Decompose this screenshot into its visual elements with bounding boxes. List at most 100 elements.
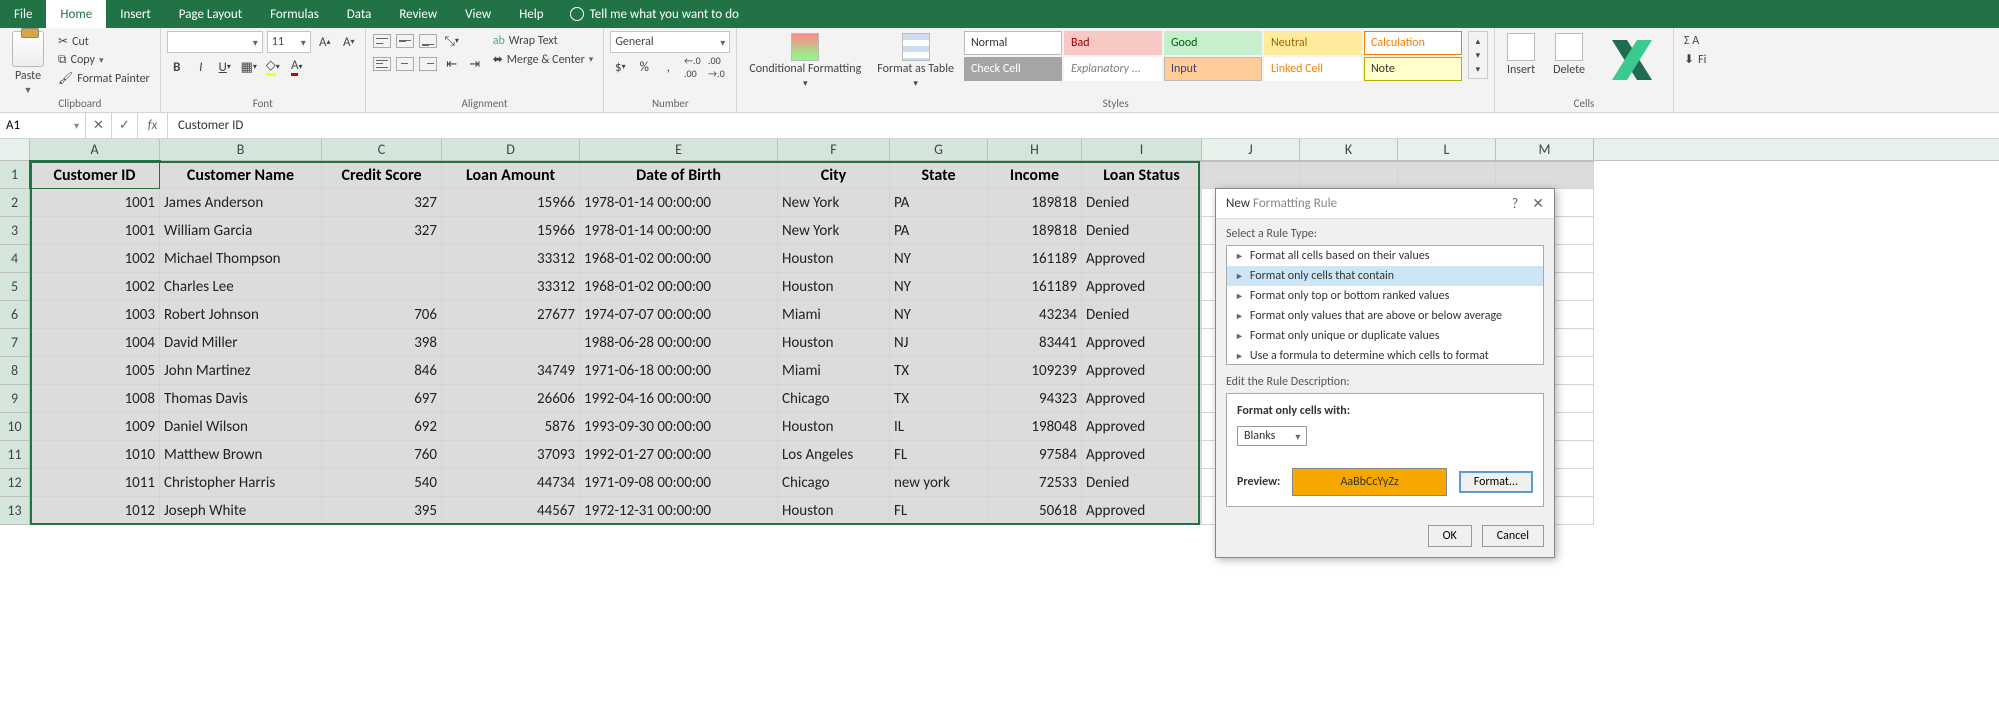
styles-more[interactable]: ▾ bbox=[1471, 62, 1485, 76]
data-cell[interactable]: Approved bbox=[1082, 413, 1202, 441]
data-cell[interactable]: 1004 bbox=[30, 329, 160, 357]
data-cell[interactable]: 83441 bbox=[988, 329, 1082, 357]
align-middle-button[interactable] bbox=[395, 31, 415, 51]
increase-decimal-button[interactable]: ←.0.00 bbox=[682, 57, 702, 77]
data-cell[interactable]: Approved bbox=[1082, 273, 1202, 301]
data-cell[interactable]: 1988-06-28 00:00:00 bbox=[580, 329, 778, 357]
style-input[interactable]: Input bbox=[1164, 57, 1262, 81]
header-cell[interactable]: Date of Birth bbox=[580, 161, 778, 189]
tab-help[interactable]: Help bbox=[505, 0, 557, 28]
conditional-formatting-button[interactable]: Conditional Formatting▾ bbox=[743, 31, 867, 91]
data-cell[interactable]: 1001 bbox=[30, 189, 160, 217]
data-cell[interactable]: 33312 bbox=[442, 273, 580, 301]
style-calculation[interactable]: Calculation bbox=[1364, 31, 1462, 55]
data-cell[interactable]: Approved bbox=[1082, 357, 1202, 385]
data-cell[interactable]: 94323 bbox=[988, 385, 1082, 413]
col-header-D[interactable]: D bbox=[442, 139, 580, 160]
data-cell[interactable]: Joseph White bbox=[160, 497, 322, 525]
styles-scroll-up[interactable]: ▴ bbox=[1471, 34, 1485, 48]
row-header[interactable]: 7 bbox=[0, 329, 30, 357]
header-cell[interactable]: City bbox=[778, 161, 890, 189]
data-cell[interactable]: Houston bbox=[778, 413, 890, 441]
data-cell[interactable]: 540 bbox=[322, 469, 442, 497]
data-cell[interactable]: NY bbox=[890, 273, 988, 301]
decrease-decimal-button[interactable]: .00→.0 bbox=[706, 57, 726, 77]
data-cell[interactable]: William Garcia bbox=[160, 217, 322, 245]
col-header-F[interactable]: F bbox=[778, 139, 890, 160]
header-cell[interactable] bbox=[1398, 161, 1496, 189]
tell-me-search[interactable]: Tell me what you want to do bbox=[558, 0, 751, 28]
bold-button[interactable]: B bbox=[167, 57, 187, 77]
data-cell[interactable]: Approved bbox=[1082, 441, 1202, 469]
row-header[interactable]: 6 bbox=[0, 301, 30, 329]
row-header[interactable]: 1 bbox=[0, 161, 30, 189]
data-cell[interactable]: Christopher Harris bbox=[160, 469, 322, 497]
data-cell[interactable]: New York bbox=[778, 217, 890, 245]
fill-button[interactable]: ⬇ Fi bbox=[1680, 51, 1710, 68]
dialog-titlebar[interactable]: New Formatting Rule ? ✕ bbox=[1216, 189, 1554, 219]
comma-button[interactable]: , bbox=[658, 57, 678, 77]
tab-data[interactable]: Data bbox=[333, 0, 386, 28]
data-cell[interactable]: NY bbox=[890, 245, 988, 273]
column-headers[interactable]: ABCDEFGHIJKLM bbox=[0, 139, 1999, 161]
data-cell[interactable]: 189818 bbox=[988, 217, 1082, 245]
data-cell[interactable]: 15966 bbox=[442, 217, 580, 245]
data-cell[interactable]: FL bbox=[890, 441, 988, 469]
data-cell[interactable] bbox=[322, 245, 442, 273]
data-cell[interactable]: 34749 bbox=[442, 357, 580, 385]
data-cell[interactable]: Miami bbox=[778, 357, 890, 385]
data-cell[interactable]: James Anderson bbox=[160, 189, 322, 217]
data-cell[interactable]: 1978-01-14 00:00:00 bbox=[580, 189, 778, 217]
increase-indent-button[interactable]: ⇥ bbox=[465, 54, 485, 74]
data-cell[interactable]: 1993-09-30 00:00:00 bbox=[580, 413, 778, 441]
enter-formula-button[interactable]: ✓ bbox=[112, 113, 138, 138]
tab-page-layout[interactable]: Page Layout bbox=[165, 0, 256, 28]
col-header-J[interactable]: J bbox=[1202, 139, 1300, 160]
font-color-button[interactable]: A▾ bbox=[287, 57, 307, 77]
row-header[interactable]: 11 bbox=[0, 441, 30, 469]
data-cell[interactable]: 1003 bbox=[30, 301, 160, 329]
row-header[interactable]: 12 bbox=[0, 469, 30, 497]
data-cell[interactable]: 1012 bbox=[30, 497, 160, 525]
style-check-cell[interactable]: Check Cell bbox=[964, 57, 1062, 81]
font-name-combo[interactable]: ▾ bbox=[167, 31, 263, 53]
tab-home[interactable]: Home bbox=[46, 0, 106, 28]
row-header[interactable]: 5 bbox=[0, 273, 30, 301]
data-cell[interactable]: new york bbox=[890, 469, 988, 497]
data-cell[interactable]: 1968-01-02 00:00:00 bbox=[580, 245, 778, 273]
rule-option[interactable]: Format only cells that contain bbox=[1227, 266, 1543, 286]
data-cell[interactable]: 5876 bbox=[442, 413, 580, 441]
align-right-button[interactable] bbox=[418, 54, 438, 74]
autosum-button[interactable]: Σ A bbox=[1680, 33, 1710, 49]
formula-input[interactable]: Customer ID bbox=[168, 113, 1999, 138]
data-cell[interactable]: 1009 bbox=[30, 413, 160, 441]
italic-button[interactable]: I bbox=[191, 57, 211, 77]
col-header-K[interactable]: K bbox=[1300, 139, 1398, 160]
header-cell[interactable]: State bbox=[890, 161, 988, 189]
data-cell[interactable]: 1002 bbox=[30, 273, 160, 301]
data-cell[interactable]: 327 bbox=[322, 217, 442, 245]
row-header[interactable]: 3 bbox=[0, 217, 30, 245]
header-cell[interactable]: Credit Score bbox=[322, 161, 442, 189]
data-cell[interactable]: NY bbox=[890, 301, 988, 329]
col-header-H[interactable]: H bbox=[988, 139, 1082, 160]
data-cell[interactable]: 27677 bbox=[442, 301, 580, 329]
insert-cells-button[interactable]: Insert bbox=[1501, 31, 1541, 79]
increase-font-button[interactable]: A▴ bbox=[315, 32, 335, 52]
row-header[interactable]: 4 bbox=[0, 245, 30, 273]
data-cell[interactable]: New York bbox=[778, 189, 890, 217]
border-button[interactable]: ▦▾ bbox=[239, 57, 259, 77]
data-cell[interactable]: Thomas Davis bbox=[160, 385, 322, 413]
cell-styles-gallery[interactable]: NormalBadGoodNeutralCalculationCheck Cel… bbox=[964, 31, 1462, 81]
rule-option[interactable]: Format all cells based on their values bbox=[1227, 246, 1543, 266]
data-cell[interactable]: Denied bbox=[1082, 217, 1202, 245]
style-explanatory-[interactable]: Explanatory ... bbox=[1064, 57, 1162, 81]
align-center-button[interactable] bbox=[395, 54, 415, 74]
data-cell[interactable]: Denied bbox=[1082, 469, 1202, 497]
col-header-B[interactable]: B bbox=[160, 139, 322, 160]
data-cell[interactable]: Approved bbox=[1082, 329, 1202, 357]
copy-button[interactable]: ⧉Copy▾ bbox=[54, 52, 154, 68]
styles-scroll-down[interactable]: ▾ bbox=[1471, 48, 1485, 62]
data-cell[interactable]: FL bbox=[890, 497, 988, 525]
data-cell[interactable]: 395 bbox=[322, 497, 442, 525]
